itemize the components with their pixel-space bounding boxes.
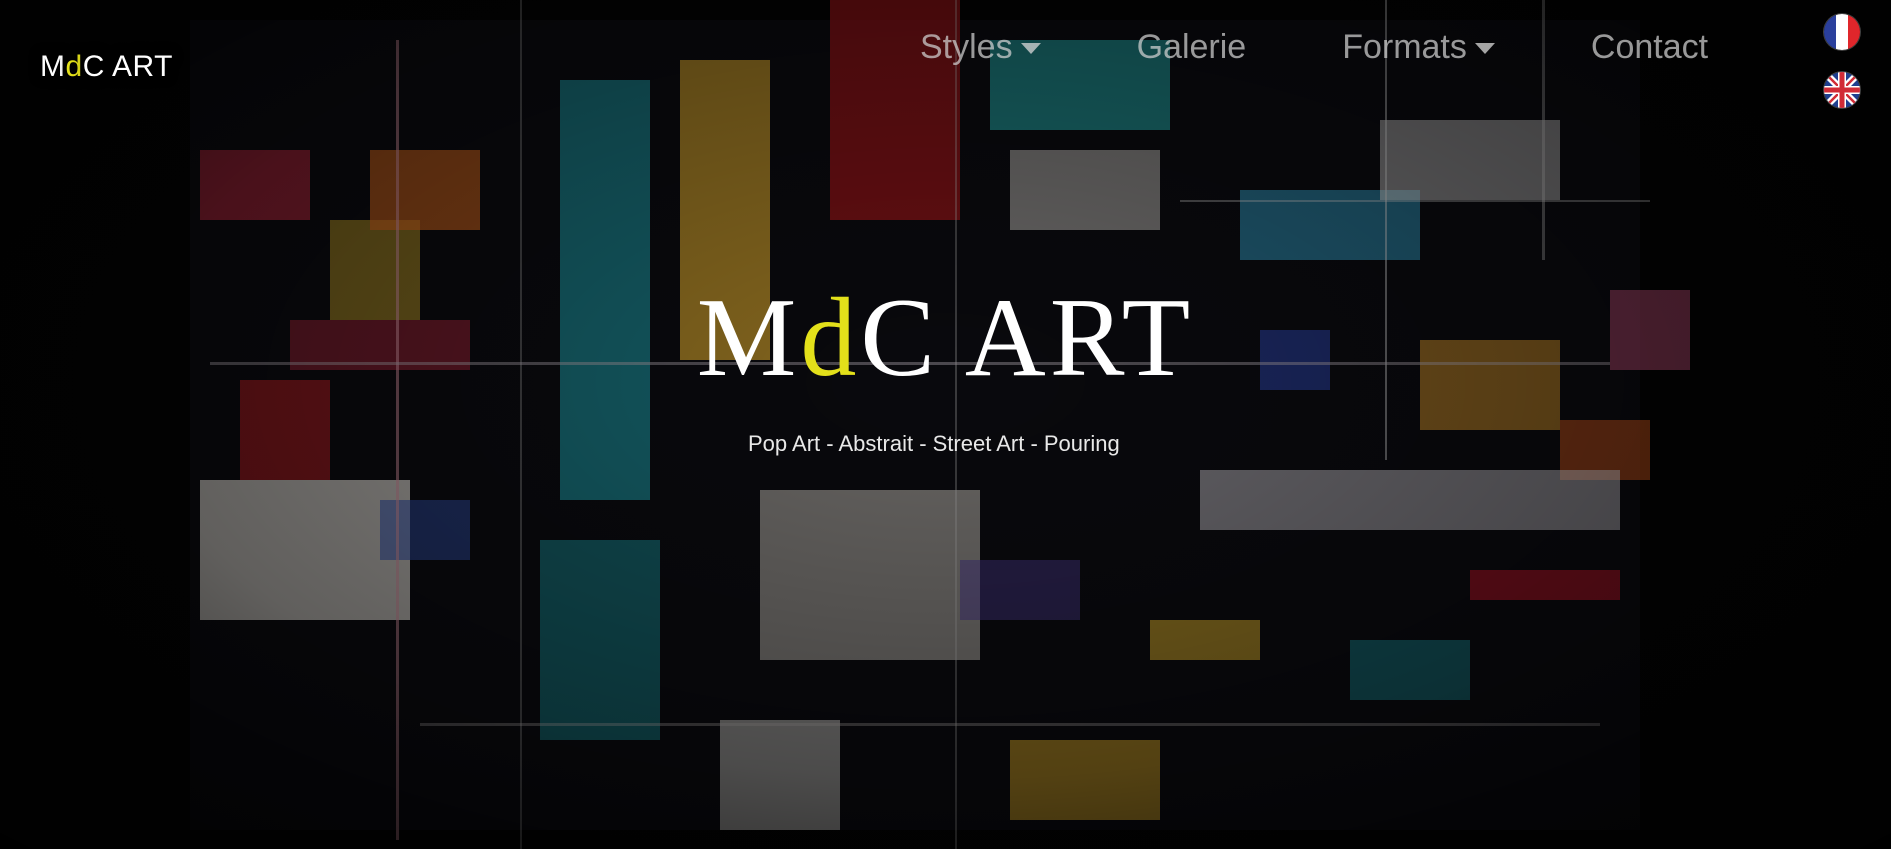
nav-item-galerie-label: Galerie [1136, 28, 1247, 66]
chevron-down-icon [1474, 43, 1495, 54]
nav-item-contact[interactable]: Contact [1591, 28, 1708, 67]
brand-logo[interactable]: MdC ART [40, 50, 173, 84]
hero-title-accent: d [800, 276, 861, 400]
brand-logo-accent: d [65, 50, 83, 83]
language-fr-button[interactable] [1824, 14, 1860, 50]
france-flag-icon [1824, 14, 1860, 50]
main-nav: Styles Galerie Formats Contact [920, 28, 1708, 67]
hero-background-painting [0, 0, 1891, 849]
nav-item-styles-label: Styles [920, 28, 1013, 66]
nav-item-styles[interactable]: Styles [920, 28, 1041, 67]
hero-subtitle: Pop Art - Abstrait - Street Art - Pourin… [748, 431, 1120, 456]
hero-title: MdC ART [0, 282, 1891, 394]
language-en-button[interactable] [1824, 72, 1860, 108]
uk-flag-icon [1824, 72, 1860, 108]
hero-title-suffix: C ART [860, 276, 1195, 400]
hero-title-prefix: M [696, 276, 801, 400]
chevron-down-icon [1020, 43, 1041, 54]
nav-item-formats[interactable]: Formats [1342, 28, 1495, 67]
nav-item-contact-label: Contact [1590, 28, 1709, 66]
brand-logo-prefix: M [40, 50, 66, 83]
nav-item-formats-label: Formats [1342, 28, 1467, 66]
nav-item-galerie[interactable]: Galerie [1137, 28, 1247, 67]
hero-section: MdC ART Styles Galerie Formats Contact M… [0, 0, 1891, 849]
brand-logo-suffix: C ART [82, 50, 173, 83]
